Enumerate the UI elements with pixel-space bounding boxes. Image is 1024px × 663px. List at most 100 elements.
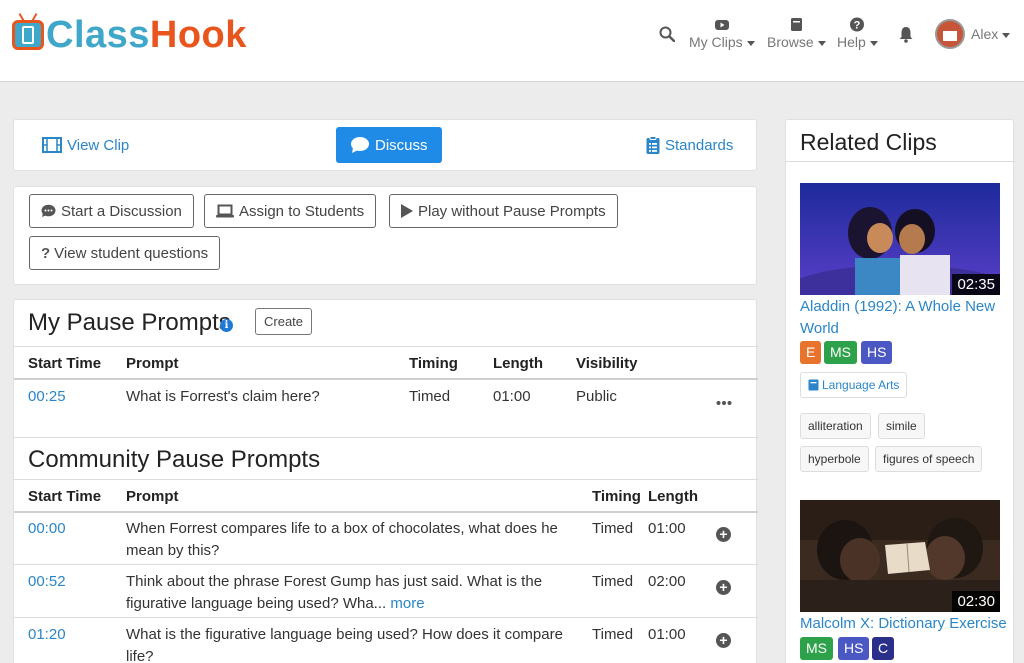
more-link[interactable]: more	[390, 595, 424, 612]
nav-my-clips-label: My Clips	[689, 34, 743, 50]
book-icon	[791, 18, 803, 31]
prompt-length: 01:00	[648, 520, 686, 537]
keyword-tag[interactable]: hyperbole	[800, 446, 869, 472]
actions-panel: Start a Discussion Assign to Students Pl…	[13, 186, 757, 285]
col-length[interactable]: Length	[493, 355, 543, 372]
prompt-text: When Forrest compares life to a box of c…	[126, 520, 558, 559]
comment-icon	[351, 137, 369, 153]
col-timing[interactable]: Timing	[592, 488, 641, 505]
logo-text-hook: Hook	[149, 14, 247, 56]
col-length[interactable]: Length	[648, 488, 698, 505]
classhook-logo[interactable]: ClassHook	[12, 14, 247, 56]
bell-icon[interactable]	[898, 26, 914, 43]
chevron-down-icon	[817, 40, 826, 46]
info-icon[interactable]: i	[220, 319, 233, 332]
user-name-label: Alex	[971, 26, 999, 42]
grade-badge-e[interactable]: E	[800, 341, 822, 364]
grade-badge-c[interactable]: C	[872, 637, 895, 660]
more-options-icon[interactable]	[716, 400, 732, 406]
related-clips-panel: Related Clips 02:35 Aladdin (1992): A Wh…	[785, 119, 1015, 663]
grade-badge-ms[interactable]: MS	[800, 637, 833, 660]
pause-prompts-panel: My Pause Prompts i Create Start Time Pro…	[13, 299, 758, 663]
tab-view-clip[interactable]: View Clip	[42, 127, 129, 163]
prompt-start-time-link[interactable]: 01:20	[28, 624, 66, 646]
divider	[14, 511, 758, 513]
col-start-time[interactable]: Start Time	[28, 355, 101, 372]
prompt-timing: Timed	[592, 626, 634, 643]
question-circle-icon: ?	[850, 17, 865, 32]
clip-thumbnail[interactable]: 02:30	[800, 500, 1000, 612]
tab-standards[interactable]: Standards	[646, 127, 733, 163]
start-discussion-button[interactable]: Start a Discussion	[29, 194, 194, 228]
assign-students-button[interactable]: Assign to Students	[204, 194, 377, 228]
chevron-down-icon	[869, 40, 878, 46]
col-visibility[interactable]: Visibility	[576, 355, 637, 372]
col-start-time[interactable]: Start Time	[28, 488, 101, 505]
tab-discuss[interactable]: Discuss	[336, 127, 442, 163]
book-icon	[808, 379, 819, 391]
prompt-text: What is the figurative language being us…	[126, 626, 563, 663]
clip-duration: 02:35	[952, 274, 1000, 295]
prompt-start-time-link[interactable]: 00:52	[28, 571, 66, 593]
clipboard-list-icon	[646, 136, 660, 154]
prompt-timing: Timed	[409, 388, 451, 405]
prompt-start-time-link[interactable]: 00:25	[28, 386, 66, 408]
question-icon: ?	[41, 244, 51, 262]
assign-students-label: Assign to Students	[239, 202, 365, 220]
community-pause-prompts-title: Community Pause Prompts	[28, 446, 321, 473]
logo-text-class: Class	[46, 14, 150, 56]
grade-badge-hs[interactable]: HS	[861, 341, 893, 364]
grade-badge-hs[interactable]: HS	[838, 637, 870, 660]
tab-view-clip-label: View Clip	[67, 136, 130, 154]
subject-tag[interactable]: Language Arts	[800, 372, 908, 398]
keyword-tag[interactable]: figures of speech	[875, 446, 983, 472]
nav-browse[interactable]: Browse	[767, 16, 826, 50]
clip-thumbnail[interactable]: 02:35	[800, 183, 1000, 295]
divider	[14, 479, 758, 480]
divider	[14, 346, 758, 347]
play-without-prompts-button[interactable]: Play without Pause Prompts	[389, 194, 618, 228]
clip-title-link[interactable]: Malcolm X: Dictionary Exercise	[800, 613, 1010, 635]
play-icon	[401, 204, 413, 218]
prompt-text: Think about the phrase Forest Gump has j…	[126, 571, 586, 615]
prompt-text-content: Think about the phrase Forest Gump has j…	[126, 573, 543, 612]
prompt-timing: Timed	[592, 573, 634, 590]
film-icon	[42, 137, 62, 153]
nav-my-clips[interactable]: My Clips	[689, 16, 755, 50]
divider	[14, 437, 758, 438]
clip-title-link[interactable]: Aladdin (1992): A Whole New World	[800, 296, 1000, 340]
add-prompt-icon[interactable]: +	[716, 527, 731, 542]
nav-help-label: Help	[837, 34, 866, 50]
nav-help[interactable]: ? Help	[837, 16, 878, 50]
prompt-length: 01:00	[648, 626, 686, 643]
col-prompt[interactable]: Prompt	[126, 355, 179, 372]
user-menu[interactable]: Alex	[971, 26, 1011, 42]
keyword-tag[interactable]: alliteration	[800, 413, 871, 439]
nav-browse-label: Browse	[767, 34, 814, 50]
my-pause-prompts-title: My Pause Prompts	[28, 309, 231, 336]
view-student-questions-button[interactable]: ? View student questions	[29, 236, 221, 270]
prompt-text: What is Forrest's claim here?	[126, 388, 320, 405]
add-prompt-icon[interactable]: +	[716, 580, 731, 595]
tab-discuss-label: Discuss	[375, 136, 428, 154]
avatar[interactable]	[935, 19, 965, 49]
col-timing[interactable]: Timing	[409, 355, 458, 372]
keyword-tag[interactable]: simile	[878, 413, 925, 439]
subject-tag-label: Language Arts	[822, 378, 900, 392]
clip-tabs-panel: View Clip Discuss Standards	[13, 119, 757, 171]
laptop-icon	[216, 204, 234, 218]
tab-standards-label: Standards	[665, 136, 734, 154]
divider	[786, 161, 1015, 162]
clip-duration: 02:30	[952, 591, 1000, 612]
create-prompt-button[interactable]: Create	[255, 308, 313, 335]
col-prompt[interactable]: Prompt	[126, 488, 179, 505]
youtube-icon	[714, 20, 729, 30]
search-icon[interactable]	[659, 26, 675, 42]
divider	[14, 378, 758, 380]
prompt-start-time-link[interactable]: 00:00	[28, 518, 66, 540]
prompt-length: 02:00	[648, 573, 686, 590]
tv-logo-icon	[12, 20, 44, 50]
grade-badge-ms[interactable]: MS	[824, 341, 857, 364]
add-prompt-icon[interactable]: +	[716, 633, 731, 648]
chevron-down-icon	[746, 40, 755, 46]
